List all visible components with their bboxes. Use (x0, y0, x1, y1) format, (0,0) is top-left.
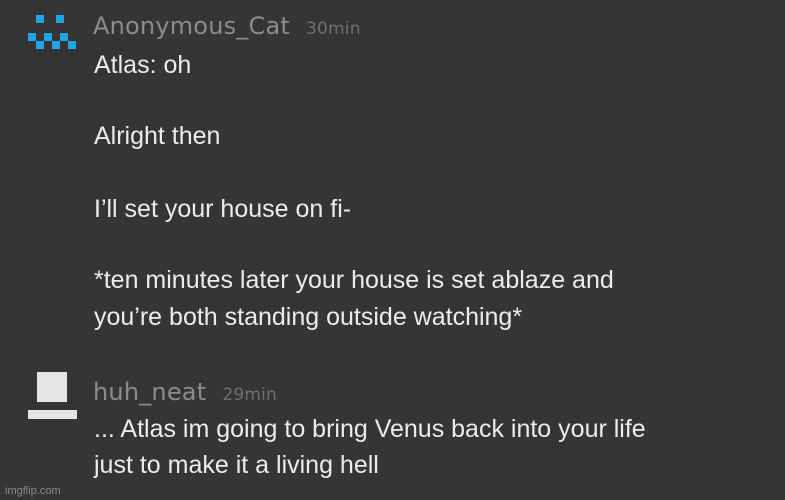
comment-line: you’re both standing outside watching* (94, 303, 523, 331)
top-hat-avatar-icon[interactable] (28, 372, 78, 422)
comment-body: ... Atlas im going to bring Venus back i… (94, 360, 784, 490)
comment-line: ... Atlas im going to bring Venus back i… (94, 415, 646, 443)
comment-2: huh_neat 29min ... Atlas im going to brin… (0, 360, 785, 490)
comment-line: Alright then (94, 122, 221, 150)
comment-line: I’ll set your house on fi- (94, 195, 352, 223)
pixel-face-avatar-icon[interactable] (28, 15, 78, 65)
comment-body: Atlas: oh Alright then I’ll set your hou… (94, 0, 784, 340)
comment-line: Atlas: oh (94, 51, 192, 79)
comment-1: Anonymous_Cat 30min Atlas: oh Alright the… (0, 0, 785, 350)
comment-line: *ten minutes later your house is set abl… (94, 266, 614, 294)
watermark: imgflip.com (5, 485, 61, 497)
comment-line: just to make it a living hell (94, 451, 379, 479)
